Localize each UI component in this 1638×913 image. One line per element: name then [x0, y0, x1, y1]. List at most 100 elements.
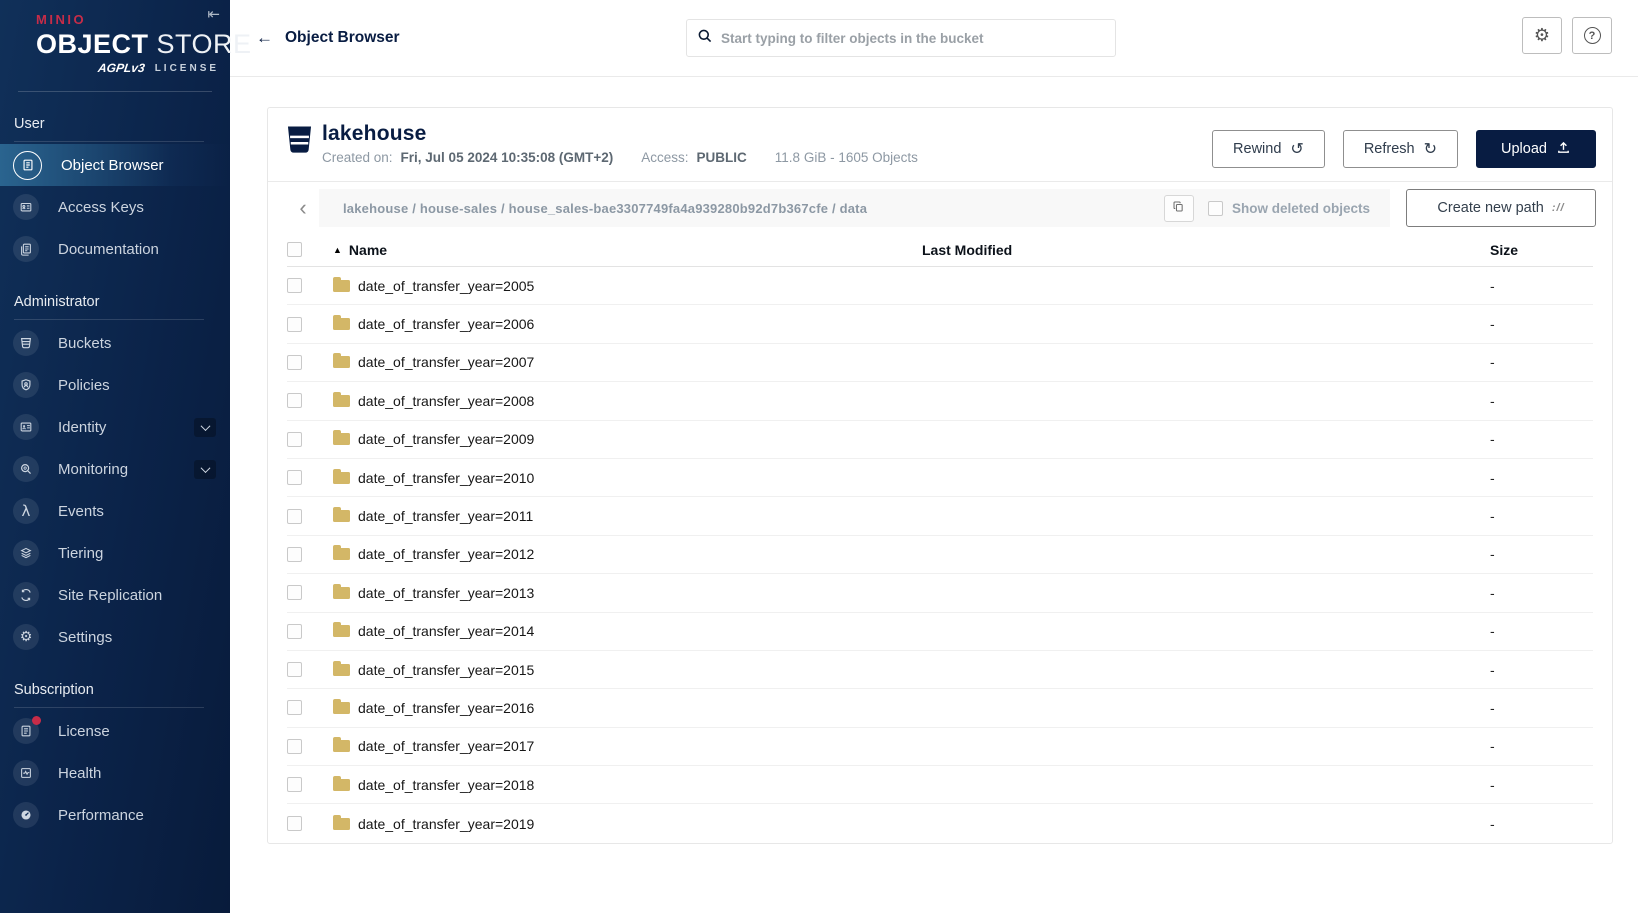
help-icon: ?: [1584, 27, 1601, 44]
row-checkbox[interactable]: [287, 509, 302, 524]
row-checkbox[interactable]: [287, 432, 302, 447]
table-row[interactable]: date_of_transfer_year=2019 -: [287, 804, 1593, 842]
sidebar-item-performance[interactable]: Performance: [0, 794, 230, 836]
object-name[interactable]: date_of_transfer_year=2018: [358, 777, 534, 793]
object-name[interactable]: date_of_transfer_year=2016: [358, 700, 534, 716]
row-checkbox[interactable]: [287, 624, 302, 639]
table-row[interactable]: date_of_transfer_year=2009 -: [287, 421, 1593, 459]
object-name[interactable]: date_of_transfer_year=2007: [358, 354, 534, 370]
sidebar-collapse-icon[interactable]: ⇤: [207, 5, 220, 23]
sidebar: ⇤ MINIO OBJECT STORE AGPLv3 LICENSE User…: [0, 0, 230, 913]
upload-icon: [1556, 140, 1571, 159]
copy-path-button[interactable]: [1164, 195, 1194, 222]
console-settings-button[interactable]: ⚙: [1522, 17, 1562, 54]
table-row[interactable]: date_of_transfer_year=2017 -: [287, 728, 1593, 766]
content-area: lakehouse Created on: Fri, Jul 05 2024 1…: [230, 77, 1638, 844]
create-new-path-button[interactable]: Create new path ://: [1406, 189, 1596, 227]
row-checkbox[interactable]: [287, 278, 302, 293]
folder-icon: [333, 779, 350, 791]
select-all-checkbox[interactable]: [287, 242, 302, 257]
page-back-button[interactable]: ← Object Browser: [256, 28, 400, 48]
sidebar-item-tiering[interactable]: Tiering: [0, 532, 230, 574]
access-value[interactable]: PUBLIC: [697, 150, 747, 165]
site-replication-icon: [13, 582, 39, 608]
table-row[interactable]: date_of_transfer_year=2007 -: [287, 344, 1593, 382]
identity-expand-chevron-icon[interactable]: [194, 418, 216, 437]
folder-icon: [333, 433, 350, 445]
sidebar-item-documentation[interactable]: Documentation: [0, 228, 230, 270]
browse-toolbar: ‹ lakehouse / house-sales / house_sales-…: [287, 189, 1596, 227]
bucket-name: lakehouse: [322, 122, 918, 146]
show-deleted-checkbox[interactable]: [1208, 201, 1223, 216]
filter-objects-input[interactable]: [721, 31, 1105, 46]
sidebar-item-identity[interactable]: Identity: [0, 406, 230, 448]
help-button[interactable]: ?: [1572, 17, 1612, 54]
row-checkbox[interactable]: [287, 739, 302, 754]
table-row[interactable]: date_of_transfer_year=2016 -: [287, 689, 1593, 727]
table-row[interactable]: date_of_transfer_year=2011 -: [287, 497, 1593, 535]
row-checkbox[interactable]: [287, 662, 302, 677]
object-name[interactable]: date_of_transfer_year=2009: [358, 431, 534, 447]
table-row[interactable]: date_of_transfer_year=2006 -: [287, 305, 1593, 343]
row-checkbox[interactable]: [287, 547, 302, 562]
object-name[interactable]: date_of_transfer_year=2019: [358, 816, 534, 832]
object-name[interactable]: date_of_transfer_year=2012: [358, 546, 534, 562]
table-row[interactable]: date_of_transfer_year=2014 -: [287, 613, 1593, 651]
object-name[interactable]: date_of_transfer_year=2013: [358, 585, 534, 601]
row-checkbox[interactable]: [287, 700, 302, 715]
topbar: ← Object Browser ⚙ ?: [230, 0, 1638, 77]
row-checkbox[interactable]: [287, 317, 302, 332]
object-size: -: [1468, 508, 1593, 524]
table-row[interactable]: date_of_transfer_year=2013 -: [287, 574, 1593, 612]
object-name[interactable]: date_of_transfer_year=2006: [358, 316, 534, 332]
rewind-button[interactable]: Rewind ↺: [1212, 130, 1325, 168]
table-row[interactable]: date_of_transfer_year=2005 -: [287, 267, 1593, 305]
folder-icon: [333, 548, 350, 560]
column-header-size[interactable]: Size: [1468, 242, 1593, 258]
identity-icon: [13, 414, 39, 440]
monitoring-expand-chevron-icon[interactable]: [194, 460, 216, 479]
refresh-button[interactable]: Refresh ↻: [1343, 130, 1458, 168]
back-arrow-icon[interactable]: ←: [256, 28, 273, 48]
table-row[interactable]: date_of_transfer_year=2012 -: [287, 536, 1593, 574]
sidebar-item-license[interactable]: License: [0, 710, 230, 752]
sidebar-item-policies[interactable]: Policies: [0, 364, 230, 406]
path-back-button[interactable]: ‹: [287, 189, 319, 227]
table-row[interactable]: date_of_transfer_year=2018 -: [287, 766, 1593, 804]
sidebar-item-health[interactable]: Health: [0, 752, 230, 794]
table-row[interactable]: date_of_transfer_year=2008 -: [287, 382, 1593, 420]
row-checkbox[interactable]: [287, 470, 302, 485]
sidebar-item-access-keys[interactable]: Access Keys: [0, 186, 230, 228]
object-name[interactable]: date_of_transfer_year=2011: [358, 508, 533, 524]
sidebar-item-site-replication[interactable]: Site Replication: [0, 574, 230, 616]
upload-button[interactable]: Upload: [1476, 130, 1596, 168]
settings-gear-icon: ⚙: [13, 624, 39, 650]
row-checkbox[interactable]: [287, 585, 302, 600]
object-name[interactable]: date_of_transfer_year=2015: [358, 662, 534, 678]
row-checkbox[interactable]: [287, 355, 302, 370]
sidebar-item-buckets[interactable]: Buckets: [0, 322, 230, 364]
column-header-last-modified[interactable]: Last Modified: [898, 242, 1468, 258]
row-checkbox[interactable]: [287, 777, 302, 792]
filter-search-box[interactable]: [686, 19, 1116, 57]
object-browser-icon: [13, 151, 42, 180]
object-name[interactable]: date_of_transfer_year=2010: [358, 470, 534, 486]
object-size: -: [1468, 585, 1593, 601]
sidebar-item-events[interactable]: λ Events: [0, 490, 230, 532]
table-row[interactable]: date_of_transfer_year=2010 -: [287, 459, 1593, 497]
column-header-name[interactable]: ▲ Name: [333, 242, 898, 258]
sidebar-item-settings[interactable]: ⚙ Settings: [0, 616, 230, 658]
breadcrumb[interactable]: lakehouse / house-sales / house_sales-ba…: [343, 201, 867, 216]
object-size: -: [1468, 816, 1593, 832]
table-row[interactable]: date_of_transfer_year=2015 -: [287, 651, 1593, 689]
sort-asc-icon[interactable]: ▲: [333, 245, 342, 255]
show-deleted-toggle[interactable]: Show deleted objects: [1208, 201, 1376, 216]
row-checkbox[interactable]: [287, 816, 302, 831]
object-name[interactable]: date_of_transfer_year=2005: [358, 278, 534, 294]
object-name[interactable]: date_of_transfer_year=2017: [358, 738, 534, 754]
row-checkbox[interactable]: [287, 393, 302, 408]
object-name[interactable]: date_of_transfer_year=2008: [358, 393, 534, 409]
object-name[interactable]: date_of_transfer_year=2014: [358, 623, 534, 639]
sidebar-item-monitoring[interactable]: Monitoring: [0, 448, 230, 490]
sidebar-item-object-browser[interactable]: Object Browser: [0, 144, 230, 186]
